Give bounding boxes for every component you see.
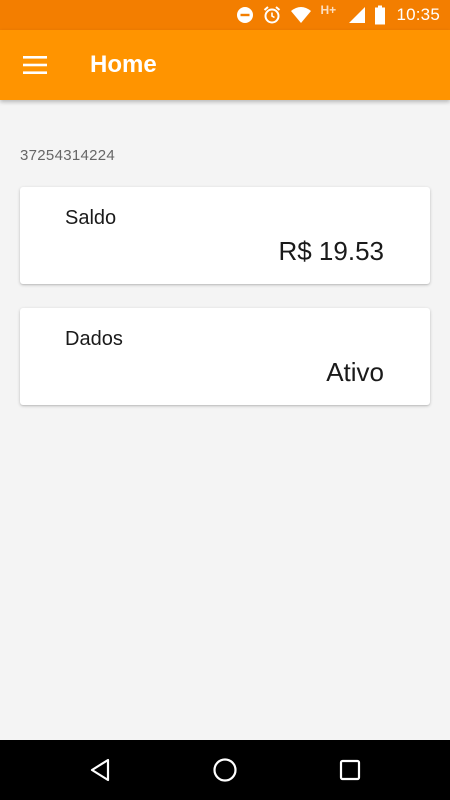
status-bar: H+ 10:35 [0, 0, 450, 30]
back-button[interactable] [70, 740, 130, 800]
wifi-icon [290, 6, 312, 24]
status-time: 10:35 [396, 5, 440, 24]
alarm-icon [262, 5, 282, 25]
balance-label: Saldo [65, 207, 117, 229]
account-number: 37254314224 [20, 147, 116, 164]
balance-value: R$ 19.53 [278, 236, 384, 266]
status-icons: H+ 10:35 [228, 0, 450, 30]
back-icon [90, 758, 110, 782]
network-type-label: H+ [320, 3, 337, 17]
balance-card[interactable]: Saldo R$ 19.53 [20, 187, 430, 284]
data-card[interactable]: Dados Ativo [20, 308, 430, 405]
recents-icon [339, 759, 361, 781]
recents-button[interactable] [320, 740, 380, 800]
cellular-signal-icon [348, 6, 366, 24]
navigation-bar [0, 740, 450, 800]
page-title: Home [90, 51, 157, 78]
data-label: Dados [65, 328, 123, 350]
battery-icon [374, 5, 386, 25]
hamburger-menu-icon [23, 56, 47, 74]
home-icon [213, 758, 237, 782]
menu-button[interactable] [12, 42, 58, 88]
app-bar: Home [0, 30, 450, 100]
do-not-disturb-icon [236, 6, 254, 24]
data-status-value: Ativo [326, 357, 384, 387]
home-button[interactable] [195, 740, 255, 800]
